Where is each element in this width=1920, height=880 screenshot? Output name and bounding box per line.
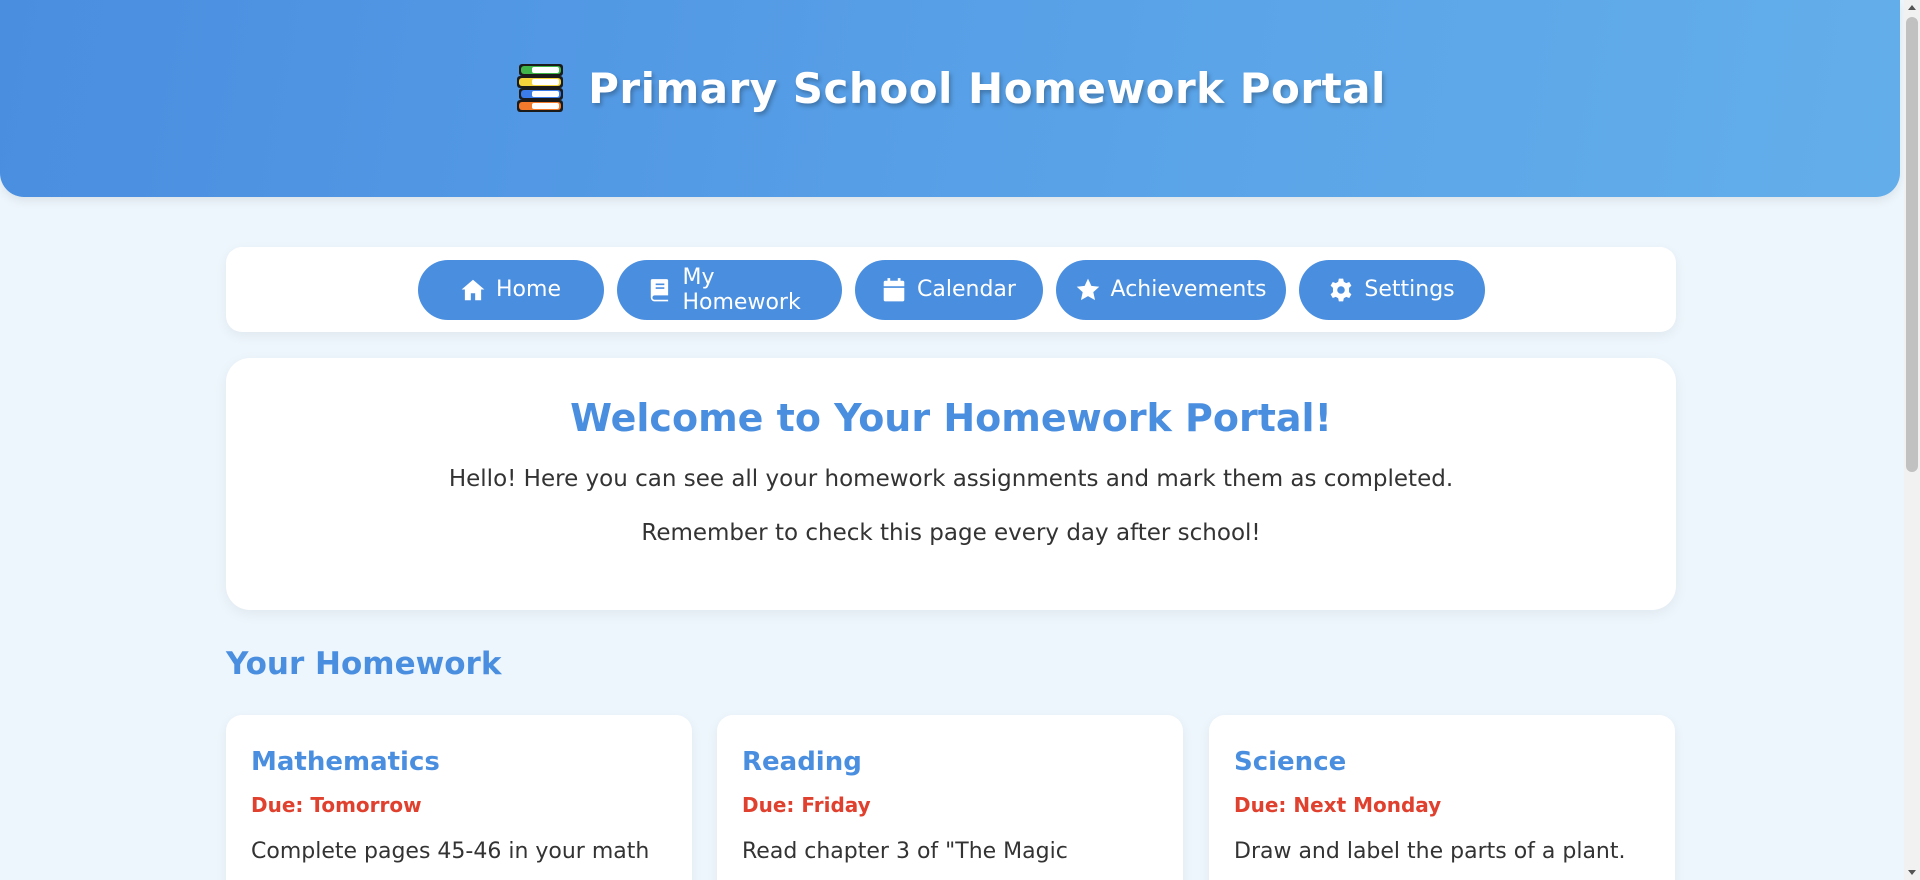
gear-icon xyxy=(1328,277,1354,303)
nav-calendar-label: Calendar xyxy=(917,277,1016,302)
homework-card-description: Draw and label the parts of a plant. xyxy=(1234,839,1626,864)
scroll-down-arrow-icon[interactable] xyxy=(1908,870,1916,875)
header-title-group: Primary School Homework Portal xyxy=(0,62,1900,114)
homework-card-due: Due: Tomorrow xyxy=(251,793,422,817)
nav-settings-button[interactable]: Settings xyxy=(1298,259,1485,320)
welcome-text-line-1: Hello! Here you can see all your homewor… xyxy=(448,466,1454,492)
star-icon xyxy=(1075,277,1101,303)
page: Primary School Homework Portal Home My H… xyxy=(0,0,1904,880)
homework-card-description: Complete pages 45-46 in your math xyxy=(251,839,650,864)
nav-my-homework-button[interactable]: My Homework xyxy=(616,259,842,320)
homework-card-due: Due: Friday xyxy=(742,793,871,817)
scroll-thumb[interactable] xyxy=(1906,17,1918,472)
welcome-title: Welcome to Your Homework Portal! xyxy=(570,396,1332,440)
homework-card-due: Due: Next Monday xyxy=(1234,793,1442,817)
header-banner: Primary School Homework Portal xyxy=(0,0,1900,197)
book-icon xyxy=(647,277,673,303)
calendar-icon xyxy=(881,277,907,303)
welcome-text-line-2: Remember to check this page every day af… xyxy=(641,520,1261,546)
homework-card-science[interactable]: Science Due: Next Monday Draw and label … xyxy=(1209,715,1675,880)
scroll-up-arrow-icon[interactable] xyxy=(1908,5,1916,10)
nav-home-button[interactable]: Home xyxy=(417,259,604,320)
homework-card-subject: Mathematics xyxy=(251,747,440,777)
site-title: Primary School Homework Portal xyxy=(588,63,1386,113)
nav-calendar-button[interactable]: Calendar xyxy=(854,259,1043,320)
homework-card-subject: Science xyxy=(1234,747,1347,777)
homework-card-subject: Reading xyxy=(742,747,862,777)
welcome-panel: Welcome to Your Homework Portal! Hello! … xyxy=(226,358,1676,610)
homework-card-reading[interactable]: Reading Due: Friday Read chapter 3 of "T… xyxy=(717,715,1183,880)
nav-achievements-button[interactable]: Achievements xyxy=(1055,259,1286,320)
vertical-scrollbar[interactable] xyxy=(1904,0,1920,880)
homework-card-mathematics[interactable]: Mathematics Due: Tomorrow Complete pages… xyxy=(226,715,692,880)
books-icon xyxy=(514,62,566,114)
nav-home-label: Home xyxy=(496,277,561,302)
nav-settings-label: Settings xyxy=(1364,277,1455,302)
main-nav: Home My Homework Calendar Achievements S… xyxy=(226,247,1676,332)
nav-my-homework-label: My Homework xyxy=(682,264,801,315)
homework-section-title: Your Homework xyxy=(226,646,502,682)
homework-card-description: Read chapter 3 of "The Magic xyxy=(742,839,1068,864)
nav-achievements-label: Achievements xyxy=(1110,277,1267,302)
home-icon xyxy=(460,277,486,303)
